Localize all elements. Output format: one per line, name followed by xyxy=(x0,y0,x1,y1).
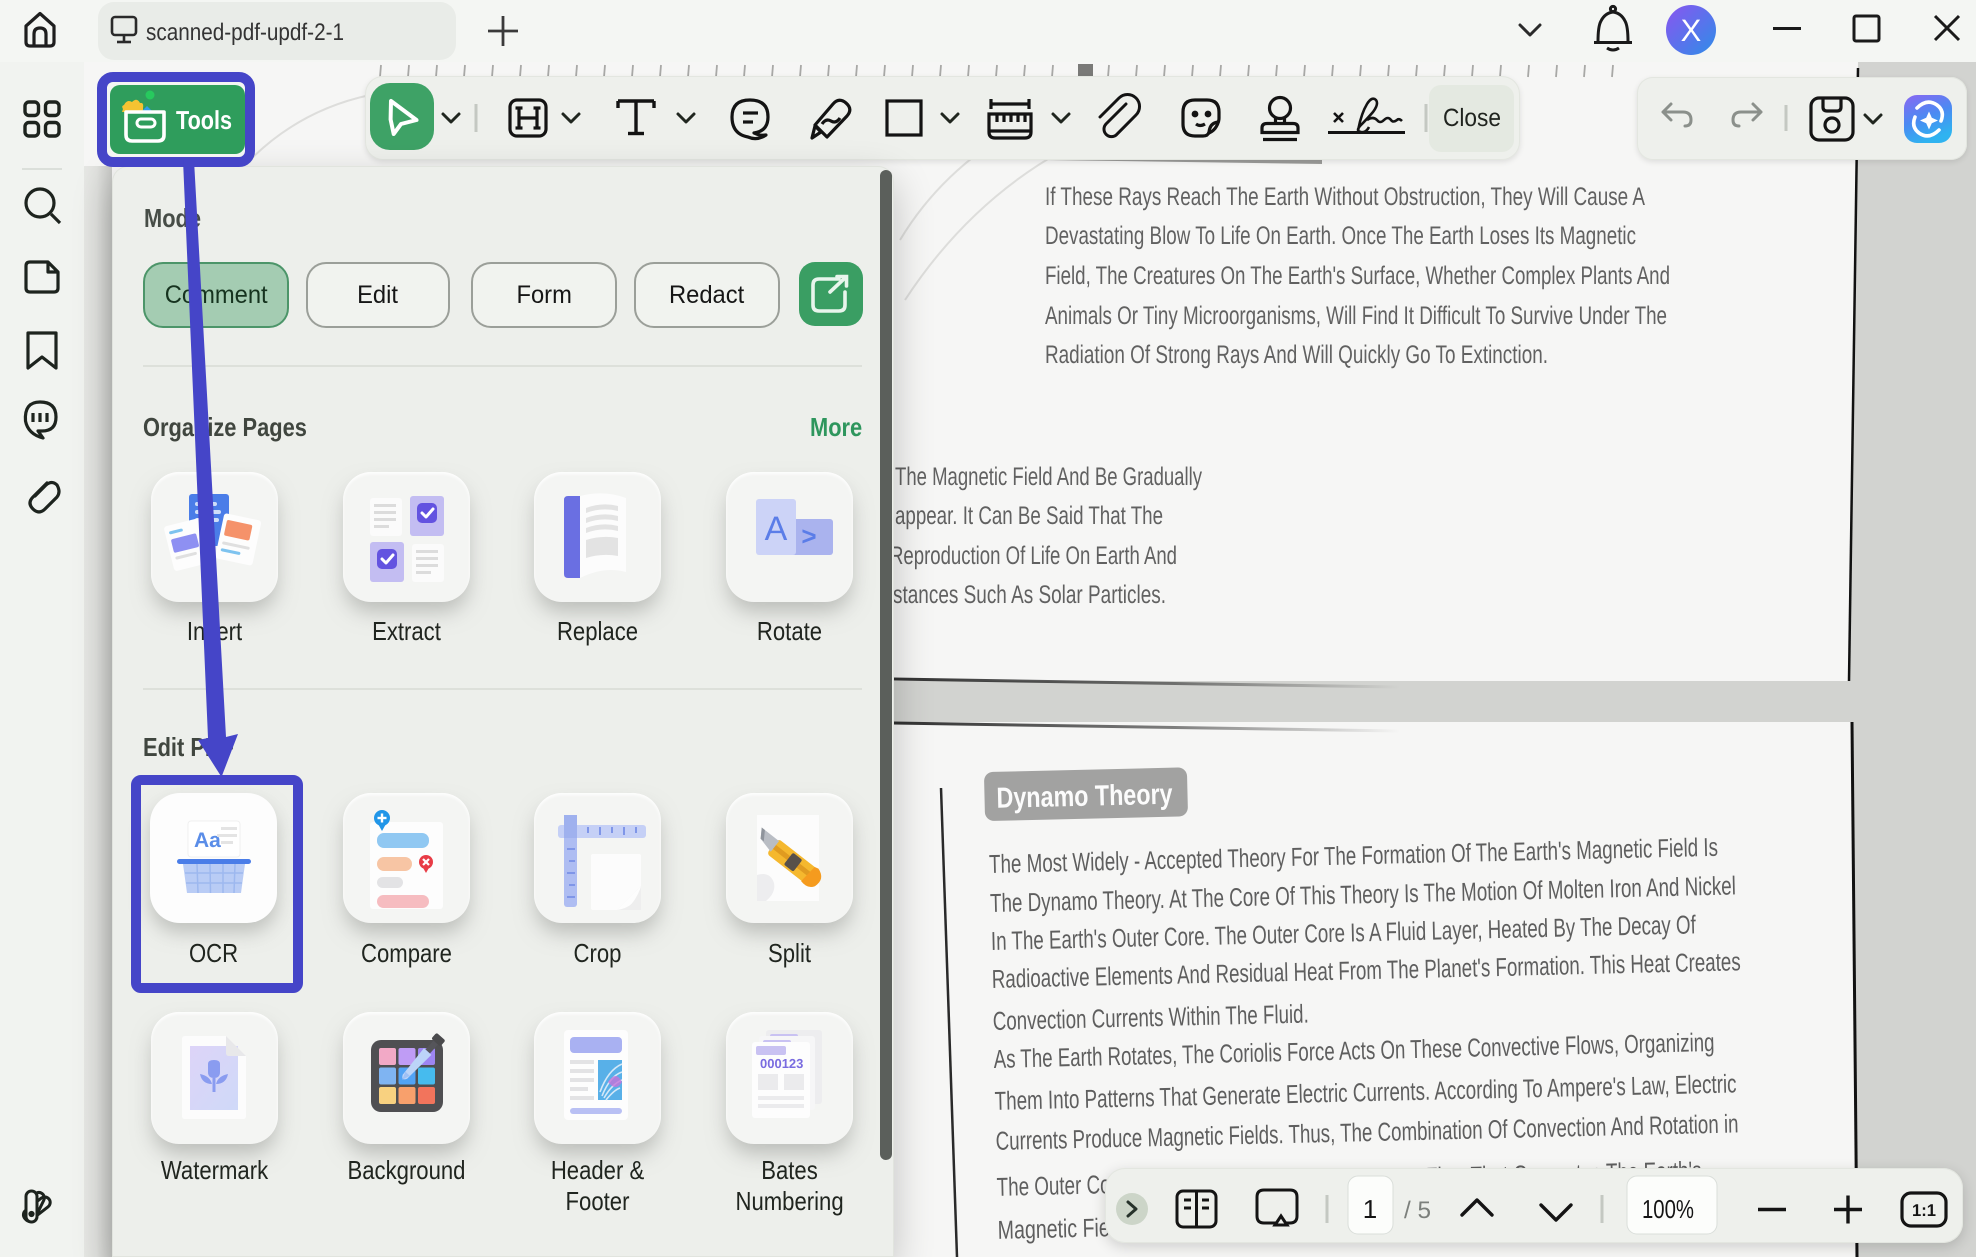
svg-text:The Magnetic Field And Be Grad: The Magnetic Field And Be Gradually xyxy=(895,463,1202,491)
svg-text:If These Rays Reach The Earth: If These Rays Reach The Earth Without Ob… xyxy=(1045,183,1645,211)
svg-text:stances Such As Solar Particle: stances Such As Solar Particles. xyxy=(893,581,1166,609)
svg-text:Dynamo Theory: Dynamo Theory xyxy=(996,779,1173,815)
svg-text:Animals Or Tiny Microorganisms: Animals Or Tiny Microorganisms, Will Fin… xyxy=(1045,302,1667,330)
svg-text:100%: 100% xyxy=(1642,1194,1694,1224)
svg-text:Magnetic Fie: Magnetic Fie xyxy=(997,1212,1110,1245)
svg-text:Radiation Of Strong Rays And W: Radiation Of Strong Rays And Will Quickl… xyxy=(1045,341,1548,369)
svg-text:scanned-pdf-updf-2-1: scanned-pdf-updf-2-1 xyxy=(146,19,344,46)
svg-text:Reproduction Of Life On Earth: Reproduction Of Life On Earth And xyxy=(890,542,1177,570)
svg-text:1:1: 1:1 xyxy=(1912,1201,1936,1220)
svg-text:000123: 000123 xyxy=(760,1056,803,1071)
svg-text:appear. It Can Be Said That Th: appear. It Can Be Said That The xyxy=(895,502,1163,530)
svg-text:Devastating Blow To Life On Ea: Devastating Blow To Life On Earth. Once … xyxy=(1045,222,1636,250)
svg-text:Tools: Tools xyxy=(176,105,232,135)
svg-text:1: 1 xyxy=(1363,1194,1377,1224)
svg-text:/ 5: / 5 xyxy=(1404,1197,1431,1224)
svg-text:>: > xyxy=(801,521,816,551)
svg-text:Close: Close xyxy=(1443,104,1501,132)
svg-text:A: A xyxy=(765,510,788,548)
svg-text:X: X xyxy=(1681,13,1702,48)
svg-text:Field, The Creatures On The Ea: Field, The Creatures On The Earth's Surf… xyxy=(1045,262,1670,290)
